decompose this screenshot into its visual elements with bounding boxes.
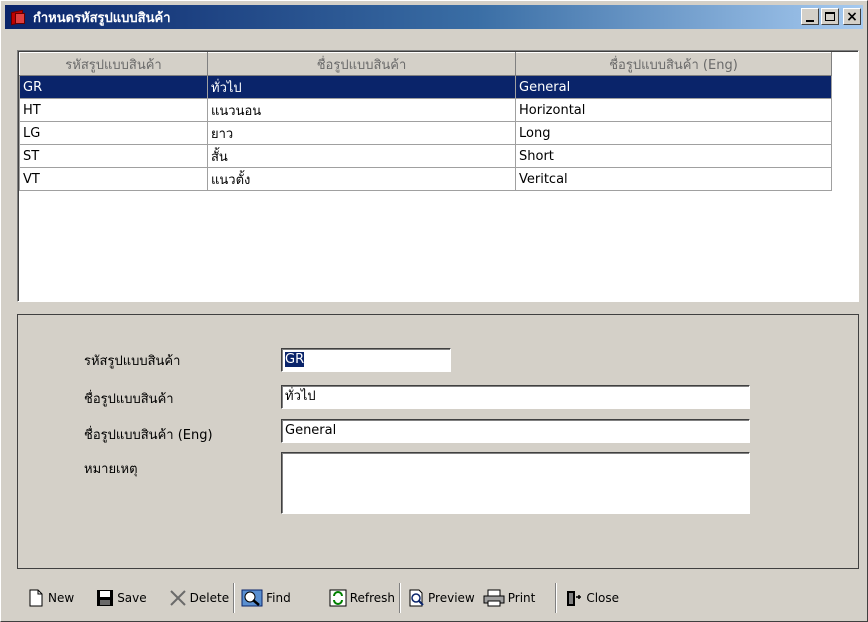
- detail-form: รหัสรูปแบบสินค้า GR ชื่อรูปแบบสินค้า ทั่…: [17, 314, 859, 569]
- minimize-button[interactable]: [801, 8, 819, 25]
- save-button[interactable]: Save: [92, 584, 150, 612]
- code-value: GR: [285, 352, 305, 367]
- new-file-icon: [29, 589, 43, 607]
- close-icon: ×: [846, 8, 858, 25]
- print-label: Print: [507, 591, 536, 605]
- cell-code: VT: [19, 167, 208, 191]
- toolbar: New Save Delete Find Refresh Preview Pri…: [5, 579, 863, 617]
- book-icon: [9, 9, 27, 26]
- cell-name-eng: General: [515, 75, 832, 99]
- column-header-name[interactable]: ชื่อรูปแบบสินค้า: [207, 52, 516, 76]
- save-icon: [97, 590, 114, 606]
- refresh-label: Refresh: [349, 591, 396, 605]
- cell-name: ยาว: [207, 121, 516, 145]
- cell-code: ST: [19, 144, 208, 168]
- minimize-icon: [806, 19, 814, 22]
- cell-name-eng: Horizontal: [515, 98, 832, 122]
- delete-label: Delete: [189, 591, 230, 605]
- refresh-button[interactable]: Refresh: [325, 584, 399, 612]
- find-label: Find: [266, 591, 291, 605]
- data-grid[interactable]: รหัสรูปแบบสินค้า ชื่อรูปแบบสินค้า ชื่อรู…: [17, 50, 859, 302]
- window-controls: ×: [801, 8, 861, 25]
- save-label: Save: [117, 591, 147, 605]
- cell-name: แนวตั้ง: [207, 167, 516, 191]
- close-window-button[interactable]: ×: [843, 8, 861, 25]
- title-bar[interactable]: กำหนดรหัสรูปแบบสินค้า ×: [5, 5, 863, 29]
- grid-header-row: รหัสรูปแบบสินค้า ชื่อรูปแบบสินค้า ชื่อรู…: [19, 52, 832, 76]
- cell-code: LG: [19, 121, 208, 145]
- name-field[interactable]: ทั่วไป: [281, 385, 750, 409]
- preview-icon: [409, 589, 424, 607]
- cell-name-eng: Long: [515, 121, 832, 145]
- column-header-code[interactable]: รหัสรูปแบบสินค้า: [19, 52, 208, 76]
- new-button[interactable]: New: [23, 584, 78, 612]
- find-icon: [241, 589, 263, 607]
- exit-door-icon: [567, 591, 582, 606]
- table-row[interactable]: GR ทั่วไป General: [19, 75, 832, 99]
- preview-button[interactable]: Preview: [403, 584, 479, 612]
- code-label: รหัสรูปแบบสินค้า: [84, 354, 181, 369]
- find-button[interactable]: Find: [237, 584, 295, 612]
- preview-label: Preview: [428, 591, 475, 605]
- maximize-icon: [825, 12, 835, 21]
- cell-name: ทั่วไป: [207, 75, 516, 99]
- cell-name: สั้น: [207, 144, 516, 168]
- print-button[interactable]: Print: [479, 584, 540, 612]
- new-label: New: [48, 591, 75, 605]
- refresh-icon: [329, 589, 347, 607]
- table-row[interactable]: VT แนวตั้ง Veritcal: [19, 167, 832, 191]
- code-field[interactable]: GR: [281, 348, 451, 372]
- table-row[interactable]: HT แนวนอน Horizontal: [19, 98, 832, 122]
- toolbar-separator: [399, 583, 402, 613]
- window-title: กำหนดรหัสรูปแบบสินค้า: [33, 10, 171, 26]
- main-window: กำหนดรหัสรูปแบบสินค้า × รหัสรูปแบบสินค้า…: [0, 0, 868, 622]
- toolbar-separator: [233, 583, 236, 613]
- delete-icon: [169, 590, 186, 606]
- name-eng-field[interactable]: General: [281, 419, 750, 443]
- name-label: ชื่อรูปแบบสินค้า: [84, 392, 174, 407]
- grid-table: รหัสรูปแบบสินค้า ชื่อรูปแบบสินค้า ชื่อรู…: [19, 52, 832, 191]
- cell-name-eng: Short: [515, 144, 832, 168]
- cell-code: HT: [19, 98, 208, 122]
- maximize-button[interactable]: [821, 8, 839, 25]
- cell-name-eng: Veritcal: [515, 167, 832, 191]
- toolbar-separator: [555, 583, 558, 613]
- table-row[interactable]: LG ยาว Long: [19, 121, 832, 145]
- close-label: Close: [586, 591, 620, 605]
- remark-label: หมายเหตุ: [84, 462, 138, 477]
- delete-button[interactable]: Delete: [165, 584, 233, 612]
- name-eng-label: ชื่อรูปแบบสินค้า (Eng): [84, 428, 213, 443]
- close-button[interactable]: Close: [561, 584, 623, 612]
- cell-name: แนวนอน: [207, 98, 516, 122]
- table-row[interactable]: ST สั้น Short: [19, 144, 832, 168]
- printer-icon: [483, 589, 505, 607]
- remark-field[interactable]: [281, 452, 750, 514]
- cell-code: GR: [19, 75, 208, 99]
- column-header-name-eng[interactable]: ชื่อรูปแบบสินค้า (Eng): [515, 52, 832, 76]
